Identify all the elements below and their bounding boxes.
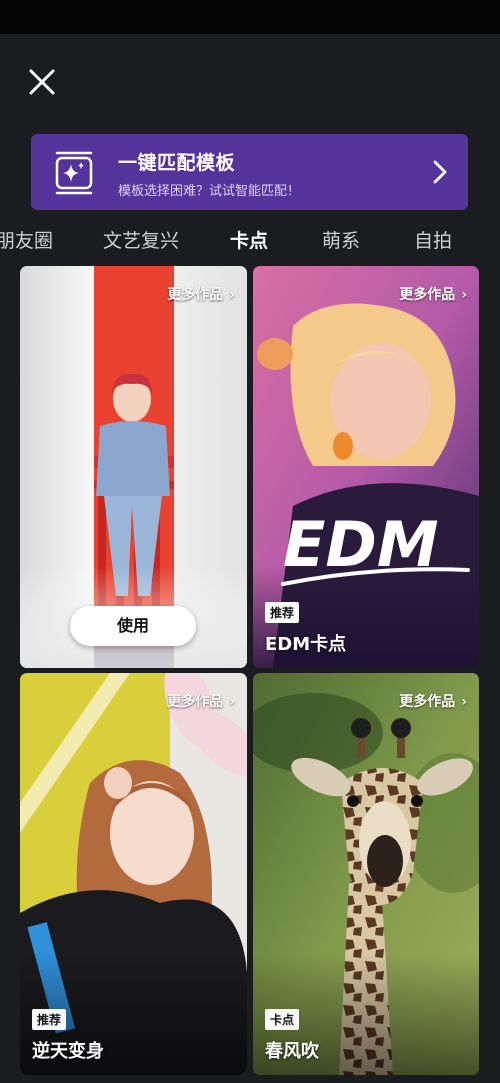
more-works-link[interactable]: 更多作品 › — [399, 691, 467, 711]
more-works-link[interactable]: 更多作品 › — [399, 284, 467, 304]
more-works-label: 更多作品 — [399, 287, 456, 303]
more-works-label: 更多作品 — [167, 694, 224, 710]
use-template-button[interactable]: 使用 — [70, 606, 196, 646]
category-tabs: 朋友圈 文艺复兴 卡点 萌系 自拍 — [0, 220, 500, 258]
template-card[interactable]: EDM 更多作品 › 推荐 EDM卡点 — [253, 266, 479, 668]
recommend-badge: 推荐 — [32, 1009, 67, 1030]
tab-renaissance[interactable]: 文艺复兴 — [103, 226, 179, 253]
more-works-link[interactable]: 更多作品 › — [167, 284, 235, 304]
template-title: EDM卡点 — [265, 634, 347, 655]
close-icon — [29, 69, 55, 95]
chevron-right-icon: › — [229, 287, 235, 303]
more-works-label: 更多作品 — [399, 694, 456, 710]
sparkle-frame-icon — [55, 151, 93, 195]
template-card[interactable]: 更多作品 › 推荐 逆天变身 — [20, 673, 247, 1075]
chevron-right-icon: › — [461, 287, 467, 303]
tab-selfie[interactable]: 自拍 — [414, 226, 452, 253]
recommend-badge: 推荐 — [265, 602, 300, 623]
more-works-label: 更多作品 — [167, 287, 224, 303]
smart-match-subtitle: 模板选择困难？试试智能匹配！ — [118, 184, 301, 199]
smart-match-banner[interactable]: 一键匹配模板 模板选择困难？试试智能匹配！ — [31, 134, 468, 210]
template-title: 逆天变身 — [32, 1041, 104, 1062]
tab-cute[interactable]: 萌系 — [322, 226, 360, 253]
chevron-right-icon — [433, 160, 447, 184]
more-works-link[interactable]: 更多作品 › — [167, 691, 235, 711]
template-card[interactable]: 更多作品 › 卡点 春风吹 — [253, 673, 479, 1075]
template-title: 春风吹 — [265, 1041, 319, 1062]
beat-sync-badge: 卡点 — [265, 1009, 300, 1030]
tab-moments[interactable]: 朋友圈 — [0, 226, 53, 253]
tab-beat-sync[interactable]: 卡点 — [230, 226, 268, 253]
chevron-right-icon: › — [229, 694, 235, 710]
template-card[interactable]: 更多作品 › 使用 — [20, 266, 247, 668]
close-button[interactable] — [22, 62, 62, 102]
chevron-right-icon: › — [461, 694, 467, 710]
status-bar — [0, 0, 500, 34]
smart-match-title: 一键匹配模板 — [118, 152, 236, 174]
